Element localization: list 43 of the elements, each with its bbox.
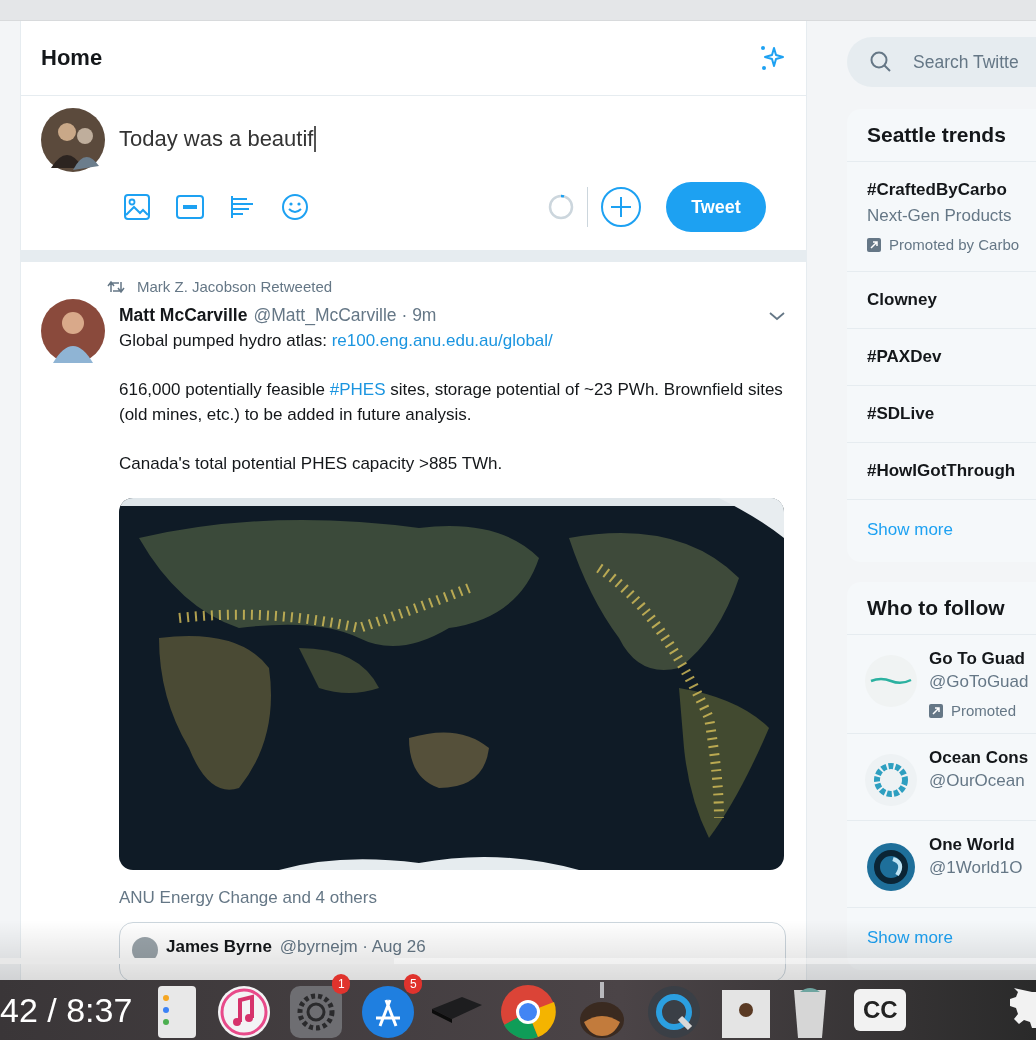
author-handle: @byrnejm · Aug 26 <box>279 937 426 957</box>
promoted-icon <box>867 237 881 252</box>
device-icon <box>432 997 483 1023</box>
trend-item[interactable]: #PAXDev <box>847 329 1036 386</box>
tweet-input[interactable]: Today was a beautif <box>119 126 317 152</box>
trend-item[interactable]: #HowIGotThrough <box>847 443 1036 500</box>
account-logo-icon[interactable] <box>865 841 917 893</box>
retweet-icon <box>107 279 125 294</box>
video-time: 42 / 8:37 <box>0 990 133 1030</box>
sparkle-icon[interactable] <box>758 44 786 72</box>
account-name[interactable]: Go To Guad <box>929 649 1029 669</box>
account-name[interactable]: Ocean Cons <box>929 748 1029 768</box>
card-title: Who to follow <box>847 582 1036 635</box>
likes-summary[interactable]: ANU Energy Change and 4 others <box>119 888 786 908</box>
avatar[interactable] <box>41 108 105 172</box>
tweet-text: 616,000 potentially feasible #PHES sites, storage potential of ~23 PWh. Brownfield sites (old mines, etc.) to be added in future analysis. <box>119 379 784 426</box>
retweet-label[interactable]: Mark Z. Jacobson Retweeted <box>137 278 333 295</box>
trend-item[interactable]: #CraftedByCarbo Next-Gen Products Promoted by Carbo <box>847 162 1036 272</box>
account-handle[interactable]: @1World1O <box>929 858 1023 878</box>
author-name[interactable]: Matt McCarville <box>119 305 248 326</box>
image-icon[interactable] <box>123 193 151 221</box>
account-handle[interactable]: @GoToGuad <box>929 672 1029 692</box>
search-icon <box>869 50 893 74</box>
page-title: Home <box>41 45 103 71</box>
promoted-label: Promoted <box>951 702 1017 719</box>
notification-badge: 5 <box>404 974 423 994</box>
captions-button[interactable]: CC <box>854 989 907 1031</box>
avatar[interactable] <box>41 299 105 363</box>
add-icon[interactable] <box>600 186 642 228</box>
promoted-icon <box>929 703 943 718</box>
trend-item[interactable]: Clowney <box>847 272 1036 329</box>
author-name: James Byrne <box>166 937 272 957</box>
search-field[interactable]: Search Twitte <box>847 37 1036 87</box>
author-handle[interactable]: @Matt_McCarville · 9m <box>253 305 437 326</box>
emoji-icon[interactable] <box>281 193 309 221</box>
account-name[interactable]: One World <box>929 835 1023 855</box>
card-title: Seattle trends <box>847 109 1036 162</box>
trend-item[interactable]: #SDLive <box>847 386 1036 443</box>
character-count-icon <box>547 193 575 221</box>
tweet-text: Canada's total potential PHES capacity >885 TWh. <box>119 453 504 475</box>
account-handle[interactable]: @OurOcean <box>929 771 1029 791</box>
tweet-text: Global pumped hydro atlas: re100.eng.anu.edu.au/global/ <box>119 330 554 352</box>
chevron-down-icon[interactable] <box>768 309 786 322</box>
